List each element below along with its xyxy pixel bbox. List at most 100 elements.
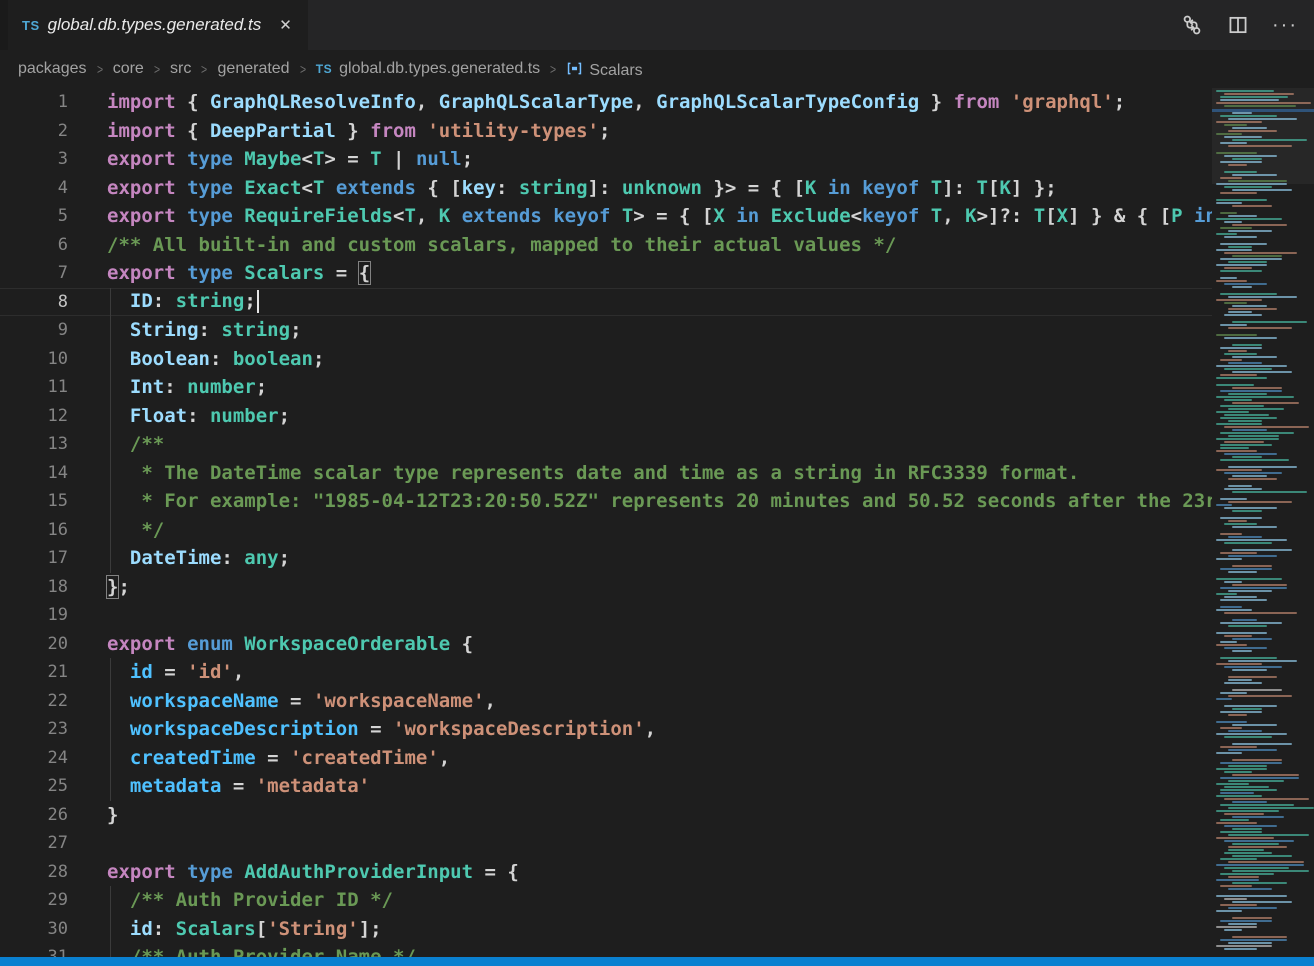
line-number[interactable]: 13 — [0, 434, 68, 454]
code-line[interactable]: 19 — [0, 601, 1212, 630]
code-line[interactable]: 9 String: string; — [0, 316, 1212, 345]
line-number[interactable]: 27 — [0, 833, 68, 853]
code-line[interactable]: 28export type AddAuthProviderInput = { — [0, 858, 1212, 887]
code-line[interactable]: 23 workspaceDescription = 'workspaceDesc… — [0, 715, 1212, 744]
code-line-text: workspaceName = 'workspaceName', — [68, 690, 496, 712]
line-number[interactable]: 14 — [0, 463, 68, 483]
minimap-line — [1232, 387, 1282, 389]
code-line-text: import { DeepPartial } from 'utility-typ… — [68, 120, 610, 142]
minimap-line — [1220, 374, 1257, 376]
minimap-line — [1216, 152, 1257, 154]
line-number[interactable]: 4 — [0, 178, 68, 198]
minimap-line — [1216, 249, 1252, 251]
minimap-line — [1216, 411, 1249, 413]
code-area[interactable]: 1import { GraphQLResolveInfo, GraphQLSca… — [0, 88, 1212, 957]
code-line[interactable]: 16 */ — [0, 516, 1212, 545]
line-number[interactable]: 3 — [0, 149, 68, 169]
code-line[interactable]: 31 /** Auth Provider Name */ — [0, 943, 1212, 957]
line-number[interactable]: 7 — [0, 263, 68, 283]
line-number[interactable]: 21 — [0, 662, 68, 682]
open-changes-icon[interactable] — [1180, 13, 1204, 37]
line-number[interactable]: 26 — [0, 805, 68, 825]
line-number[interactable]: 22 — [0, 691, 68, 711]
line-number[interactable]: 6 — [0, 235, 68, 255]
code-line[interactable]: 10 Boolean: boolean; — [0, 345, 1212, 374]
minimap-line — [1220, 212, 1237, 214]
line-number[interactable]: 18 — [0, 577, 68, 597]
line-number[interactable]: 11 — [0, 377, 68, 397]
code-line[interactable]: 22 workspaceName = 'workspaceName', — [0, 687, 1212, 716]
minimap-line — [1224, 666, 1282, 668]
code-line-text: * The DateTime scalar type represents da… — [68, 462, 1079, 484]
code-line[interactable]: 30 id: Scalars['String']; — [0, 915, 1212, 944]
code-line[interactable]: 7export type Scalars = { — [0, 259, 1212, 288]
code-line[interactable]: 14 * The DateTime scalar type represents… — [0, 459, 1212, 488]
code-line[interactable]: 8 ID: string; — [0, 288, 1212, 317]
breadcrumb-item-src[interactable]: src — [170, 60, 191, 78]
code-line[interactable]: 29 /** Auth Provider ID */ — [0, 886, 1212, 915]
line-number[interactable]: 10 — [0, 349, 68, 369]
minimap-line — [1232, 127, 1267, 129]
code-line[interactable]: 6/** All built-in and custom scalars, ma… — [0, 231, 1212, 260]
more-actions-icon[interactable]: ··· — [1272, 20, 1298, 30]
code-line[interactable]: 21 id = 'id', — [0, 658, 1212, 687]
line-number[interactable]: 16 — [0, 520, 68, 540]
line-number[interactable]: 19 — [0, 605, 68, 625]
code-line[interactable]: 1import { GraphQLResolveInfo, GraphQLSca… — [0, 88, 1212, 117]
code-line[interactable]: 25 metadata = 'metadata' — [0, 772, 1212, 801]
line-number[interactable]: 1 — [0, 92, 68, 112]
indent-guide — [110, 487, 111, 516]
breadcrumb-item-file[interactable]: TSglobal.db.types.generated.ts — [316, 60, 540, 78]
line-number[interactable]: 2 — [0, 121, 68, 141]
minimap-line — [1232, 224, 1287, 226]
line-number[interactable]: 20 — [0, 634, 68, 654]
code-line[interactable]: 13 /** — [0, 430, 1212, 459]
minimap-line — [1232, 475, 1267, 477]
minimap-line — [1228, 780, 1284, 782]
line-number[interactable]: 17 — [0, 548, 68, 568]
line-number[interactable]: 23 — [0, 719, 68, 739]
line-number[interactable]: 31 — [0, 947, 68, 957]
breadcrumb-item-core[interactable]: core — [113, 60, 144, 78]
line-number[interactable]: 30 — [0, 919, 68, 939]
code-line[interactable]: 27 — [0, 829, 1212, 858]
line-number[interactable]: 24 — [0, 748, 68, 768]
minimap-line — [1232, 205, 1272, 207]
breadcrumb-item-symbol-scalars[interactable]: Scalars — [566, 58, 642, 80]
minimap-current-line — [1212, 109, 1314, 112]
code-line-text: export type AddAuthProviderInput = { — [68, 861, 519, 883]
code-line[interactable]: 15 * For example: "1985-04-12T23:20:50.5… — [0, 487, 1212, 516]
code-line[interactable]: 11 Int: number; — [0, 373, 1212, 402]
code-line[interactable]: 5export type RequireFields<T, K extends … — [0, 202, 1212, 231]
minimap[interactable] — [1212, 88, 1314, 957]
minimap-line — [1216, 578, 1282, 580]
indent-guide — [110, 516, 111, 545]
code-line-text: export type RequireFields<T, K extends k… — [68, 205, 1212, 227]
line-number[interactable]: 29 — [0, 890, 68, 910]
code-line-text: export type Exact<T extends { [key: stri… — [68, 177, 1057, 199]
code-line[interactable]: 17 DateTime: any; — [0, 544, 1212, 573]
line-number[interactable]: 15 — [0, 491, 68, 511]
code-line[interactable]: 2import { DeepPartial } from 'utility-ty… — [0, 117, 1212, 146]
close-tab-icon[interactable]: ✕ — [275, 14, 296, 36]
code-line[interactable]: 24 createdTime = 'createdTime', — [0, 744, 1212, 773]
code-line[interactable]: 26} — [0, 801, 1212, 830]
breadcrumb-item-generated[interactable]: generated — [218, 60, 290, 78]
code-line[interactable]: 18}; — [0, 573, 1212, 602]
minimap-line — [1216, 644, 1247, 646]
line-number[interactable]: 8 — [0, 292, 68, 312]
code-line[interactable]: 4export type Exact<T extends { [key: str… — [0, 174, 1212, 203]
line-number[interactable]: 12 — [0, 406, 68, 426]
breadcrumb-item-packages[interactable]: packages — [18, 60, 87, 78]
line-number[interactable]: 5 — [0, 206, 68, 226]
line-number[interactable]: 25 — [0, 776, 68, 796]
tab-global-db-types-generated[interactable]: TS global.db.types.generated.ts ✕ — [8, 0, 308, 50]
minimap-line — [1220, 606, 1242, 608]
code-line[interactable]: 12 Float: number; — [0, 402, 1212, 431]
code-line[interactable]: 3export type Maybe<T> = T | null; — [0, 145, 1212, 174]
split-editor-icon[interactable] — [1226, 13, 1250, 37]
code-line[interactable]: 20export enum WorkspaceOrderable { — [0, 630, 1212, 659]
line-number[interactable]: 9 — [0, 320, 68, 340]
line-number[interactable]: 28 — [0, 862, 68, 882]
minimap-line — [1224, 236, 1257, 238]
